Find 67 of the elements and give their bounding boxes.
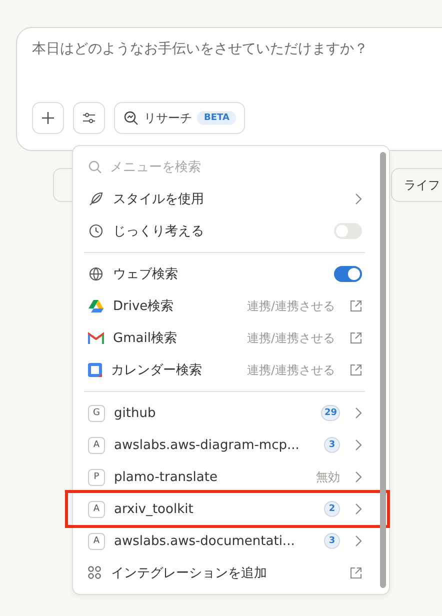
menu-item-label: arxiv_toolkit — [114, 502, 194, 516]
drive-icon — [88, 299, 104, 313]
search-icon — [88, 160, 102, 174]
tools-button[interactable] — [73, 102, 105, 134]
menu-item[interactable]: P plamo-translate 無効 — [78, 461, 371, 493]
prompt-input[interactable]: 本日はどのようなお手伝いをさせていただけますか？ — [32, 40, 442, 58]
menu-item-label: じっくり考える — [113, 223, 204, 240]
menu-item-label: Drive検索 — [113, 298, 174, 315]
external-link-icon — [350, 364, 362, 376]
status-text: 無効 — [316, 468, 340, 486]
menu-item-label: スタイルを使用 — [113, 191, 204, 208]
toggle-switch[interactable] — [334, 223, 362, 239]
integration-icon: P — [88, 468, 105, 486]
status-text: 連携/連携させる — [246, 330, 335, 346]
menu-item-label: github — [114, 406, 156, 420]
chevron-right-icon — [355, 471, 362, 483]
integration-icon: A — [88, 500, 105, 518]
external-link-icon — [350, 567, 362, 579]
clock-icon — [88, 223, 104, 239]
menu-item-label: awslabs.aws-documentati... — [114, 534, 295, 548]
beta-badge: BETA — [197, 111, 236, 125]
research-icon — [123, 110, 139, 126]
count-badge: 29 — [321, 405, 340, 421]
chevron-right-icon — [355, 407, 362, 419]
menu-item-label: ウェブ検索 — [113, 266, 178, 283]
scrollbar[interactable] — [380, 152, 386, 588]
integration-icon: G — [88, 404, 105, 422]
mail-icon — [88, 332, 104, 344]
menu-item[interactable]: A awslabs.aws-documentati... 3 — [78, 525, 371, 557]
menu-item[interactable]: カレンダー検索 連携/連携させる — [78, 354, 371, 386]
menu-item[interactable]: Drive検索 連携/連携させる — [78, 290, 371, 322]
menu-item[interactable]: A awslabs.aws-diagram-mcp... 3 — [78, 429, 371, 461]
chevron-right-icon — [355, 503, 362, 515]
chevron-right-icon — [355, 535, 362, 547]
integration-icon: A — [88, 436, 105, 454]
chevron-right-icon — [355, 193, 362, 205]
count-badge: 3 — [324, 533, 340, 549]
menu-item-label: plamo-translate — [114, 470, 218, 484]
add-button[interactable] — [32, 102, 64, 134]
menu-item[interactable]: A arxiv_toolkit 2 — [68, 493, 387, 525]
research-button[interactable]: リサーチ BETA — [114, 102, 246, 134]
grid-icon — [88, 566, 102, 580]
calendar-icon — [88, 363, 102, 377]
globe-icon — [88, 266, 104, 282]
external-link-icon — [350, 332, 362, 344]
chevron-right-icon — [355, 439, 362, 451]
menu-item-label: awslabs.aws-diagram-mcp... — [114, 438, 300, 452]
menu-item[interactable]: じっくり考える — [78, 215, 371, 247]
toggle-switch[interactable] — [334, 266, 362, 282]
integration-icon: A — [88, 532, 105, 550]
count-badge: 3 — [324, 437, 340, 453]
status-text: 連携/連携させる — [246, 298, 335, 314]
menu-item-label: カレンダー検索 — [111, 362, 202, 379]
external-link-icon — [350, 300, 362, 312]
status-text: 連携/連携させる — [246, 362, 335, 378]
plus-icon — [41, 111, 55, 125]
feather-icon — [88, 191, 104, 207]
count-badge: 2 — [324, 501, 340, 517]
menu-item-label: インテグレーションを追加 — [111, 565, 267, 582]
menu-item[interactable]: インテグレーションを追加 — [78, 557, 371, 589]
menu-item[interactable]: G github 29 — [78, 397, 371, 429]
sliders-icon — [82, 112, 96, 124]
menu-item[interactable]: スタイルを使用 — [78, 183, 371, 215]
suggestion-chip[interactable]: ライフ — [391, 168, 442, 202]
menu-item-label: Gmail検索 — [113, 330, 177, 347]
menu-item[interactable]: Gmail検索 連携/連携させる — [78, 322, 371, 354]
menu-item[interactable]: ウェブ検索 — [78, 258, 371, 290]
